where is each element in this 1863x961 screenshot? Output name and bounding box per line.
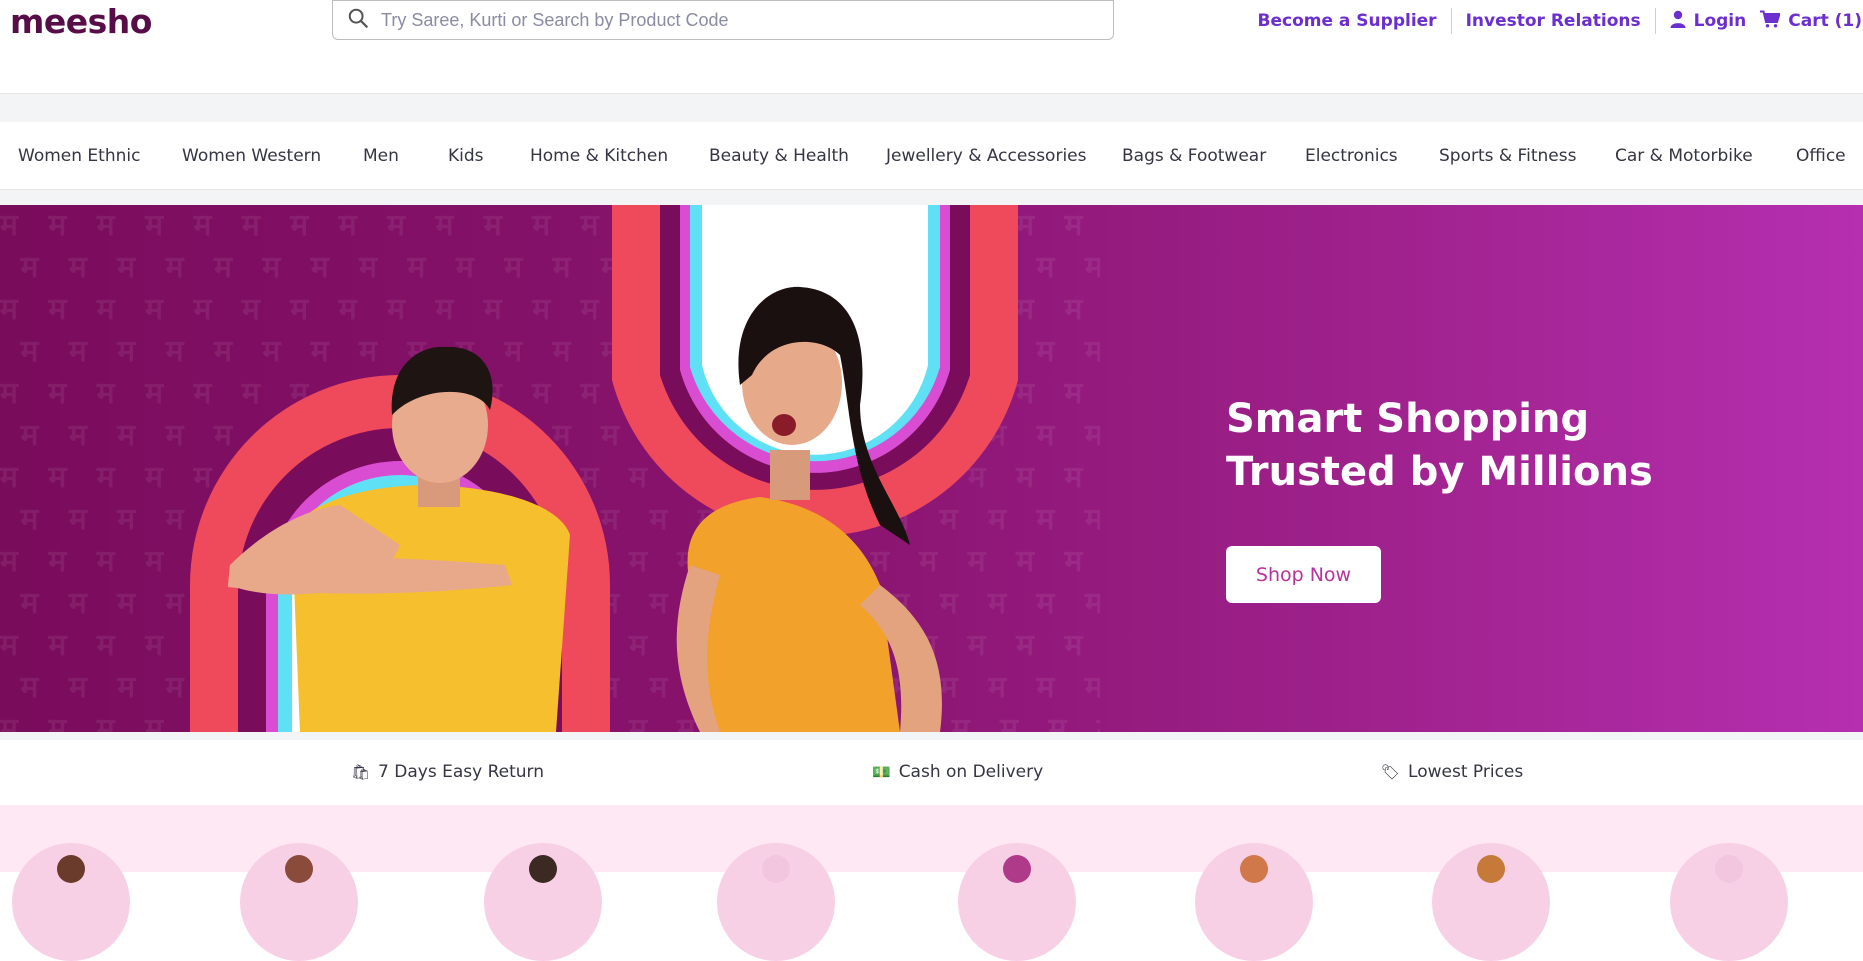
category-circles <box>0 805 1863 961</box>
banner-illustration <box>190 205 1018 732</box>
cash-icon: 💵 <box>872 763 891 781</box>
search-bar[interactable] <box>332 0 1114 40</box>
cart-link[interactable]: Cart (1) <box>1760 10 1862 33</box>
headline-line-2: Trusted by Millions <box>1226 449 1653 495</box>
category-circle[interactable] <box>12 843 130 961</box>
header-spacer <box>0 94 1863 122</box>
category-men[interactable]: Men <box>363 146 399 166</box>
benefits-bar: 🛍 7 Days Easy Return 💵 Cash on Delivery … <box>0 732 1863 805</box>
category-bags-footwear[interactable]: Bags & Footwear <box>1122 146 1266 166</box>
category-circle[interactable] <box>1670 843 1788 961</box>
cart-label: Cart (1) <box>1788 11 1862 31</box>
login-link[interactable]: Login <box>1670 10 1747 33</box>
category-women-ethnic[interactable]: Women Ethnic <box>18 146 140 166</box>
benefit-label: Lowest Prices <box>1408 762 1524 782</box>
benefit-cash-on-delivery: 💵 Cash on Delivery <box>872 762 1043 782</box>
category-electronics[interactable]: Electronics <box>1305 146 1398 166</box>
benefit-easy-return: 🛍 7 Days Easy Return <box>351 762 544 782</box>
banner-headline: Smart Shopping Trusted by Millions <box>1226 393 1653 499</box>
category-office[interactable]: Office <box>1796 146 1846 166</box>
cart-icon <box>1760 10 1782 33</box>
category-jewellery-accessories[interactable]: Jewellery & Accessories <box>886 146 1086 166</box>
category-image <box>57 855 85 883</box>
top-header: meesho Become a Supplier Investor Relati… <box>0 0 1863 94</box>
benefit-label: Cash on Delivery <box>898 762 1044 782</box>
investor-relations-link[interactable]: Investor Relations <box>1466 11 1641 31</box>
user-icon <box>1670 10 1686 33</box>
category-nav: Women Ethnic Women Western Men Kids Home… <box>0 122 1863 190</box>
category-image <box>529 855 557 883</box>
category-circle[interactable] <box>484 843 602 961</box>
category-image <box>285 855 313 883</box>
shopping-bags-icon: 🛍 <box>351 763 371 781</box>
search-input[interactable] <box>381 2 1113 38</box>
category-image <box>1715 855 1743 883</box>
login-label: Login <box>1693 11 1747 31</box>
shop-now-button[interactable]: Shop Now <box>1226 546 1381 603</box>
meesho-logo[interactable]: meesho <box>10 2 152 41</box>
divider <box>1450 8 1452 34</box>
category-circle[interactable] <box>958 843 1076 961</box>
category-image <box>1477 855 1505 883</box>
category-image <box>1003 855 1031 883</box>
benefit-label: 7 Days Easy Return <box>378 762 544 782</box>
category-kids[interactable]: Kids <box>448 146 484 166</box>
category-home-kitchen[interactable]: Home & Kitchen <box>530 146 668 166</box>
category-image <box>1240 855 1268 883</box>
category-car-motorbike[interactable]: Car & Motorbike <box>1615 146 1753 166</box>
category-circle[interactable] <box>1195 843 1313 961</box>
header-links: Become a Supplier Investor Relations Log… <box>1258 8 1863 34</box>
headline-line-1: Smart Shopping <box>1226 396 1590 442</box>
price-tag-icon: 🏷 <box>1381 763 1401 781</box>
become-supplier-link[interactable]: Become a Supplier <box>1258 11 1437 31</box>
category-circle[interactable] <box>717 843 835 961</box>
nav-spacer <box>0 190 1863 205</box>
divider <box>1654 8 1656 34</box>
category-sports-fitness[interactable]: Sports & Fitness <box>1439 146 1576 166</box>
category-circle[interactable] <box>1432 843 1550 961</box>
benefit-lowest-prices: 🏷 Lowest Prices <box>1381 762 1523 782</box>
search-icon <box>347 7 369 34</box>
hero-banner[interactable]: म म म म म म म म म म म म म म म म म म म म … <box>0 205 1863 732</box>
category-beauty-health[interactable]: Beauty & Health <box>709 146 849 166</box>
category-circle[interactable] <box>240 843 358 961</box>
category-women-western[interactable]: Women Western <box>182 146 321 166</box>
category-image <box>762 855 790 883</box>
